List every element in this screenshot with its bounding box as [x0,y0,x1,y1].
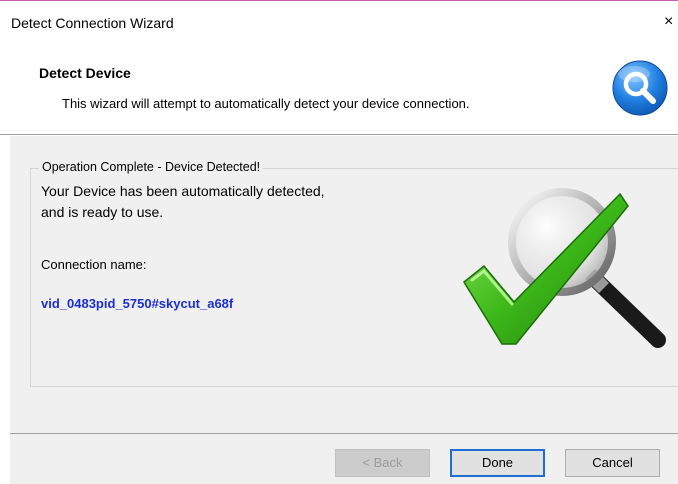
wizard-header: Detect Device This wizard will attempt t… [0,43,678,134]
connection-name-label: Connection name: [41,257,147,272]
header-subtitle: This wizard will attempt to automaticall… [62,96,470,111]
cancel-button[interactable]: Cancel [565,449,660,477]
connection-name-value: vid_0483pid_5750#skycut_a68f [41,296,234,311]
detection-message: Your Device has been automatically detec… [41,181,325,223]
done-button[interactable]: Done [450,449,545,477]
message-line: and is ready to use. [41,204,164,220]
checkmark-magnifier-icon [463,188,666,348]
header-title: Detect Device [39,65,131,81]
wizard-content: Operation Complete - Device Detected! Yo… [10,136,678,433]
close-button[interactable]: × [664,11,678,33]
back-button[interactable]: < Back [335,449,430,477]
window-title: Detect Connection Wizard [11,15,174,31]
magnifier-icon [612,60,668,116]
message-line: Your Device has been automatically detec… [41,183,325,199]
title-bar: Detect Connection Wizard × [0,1,678,43]
wizard-footer: < Back Done Cancel [10,434,678,484]
group-legend: Operation Complete - Device Detected! [39,160,264,174]
